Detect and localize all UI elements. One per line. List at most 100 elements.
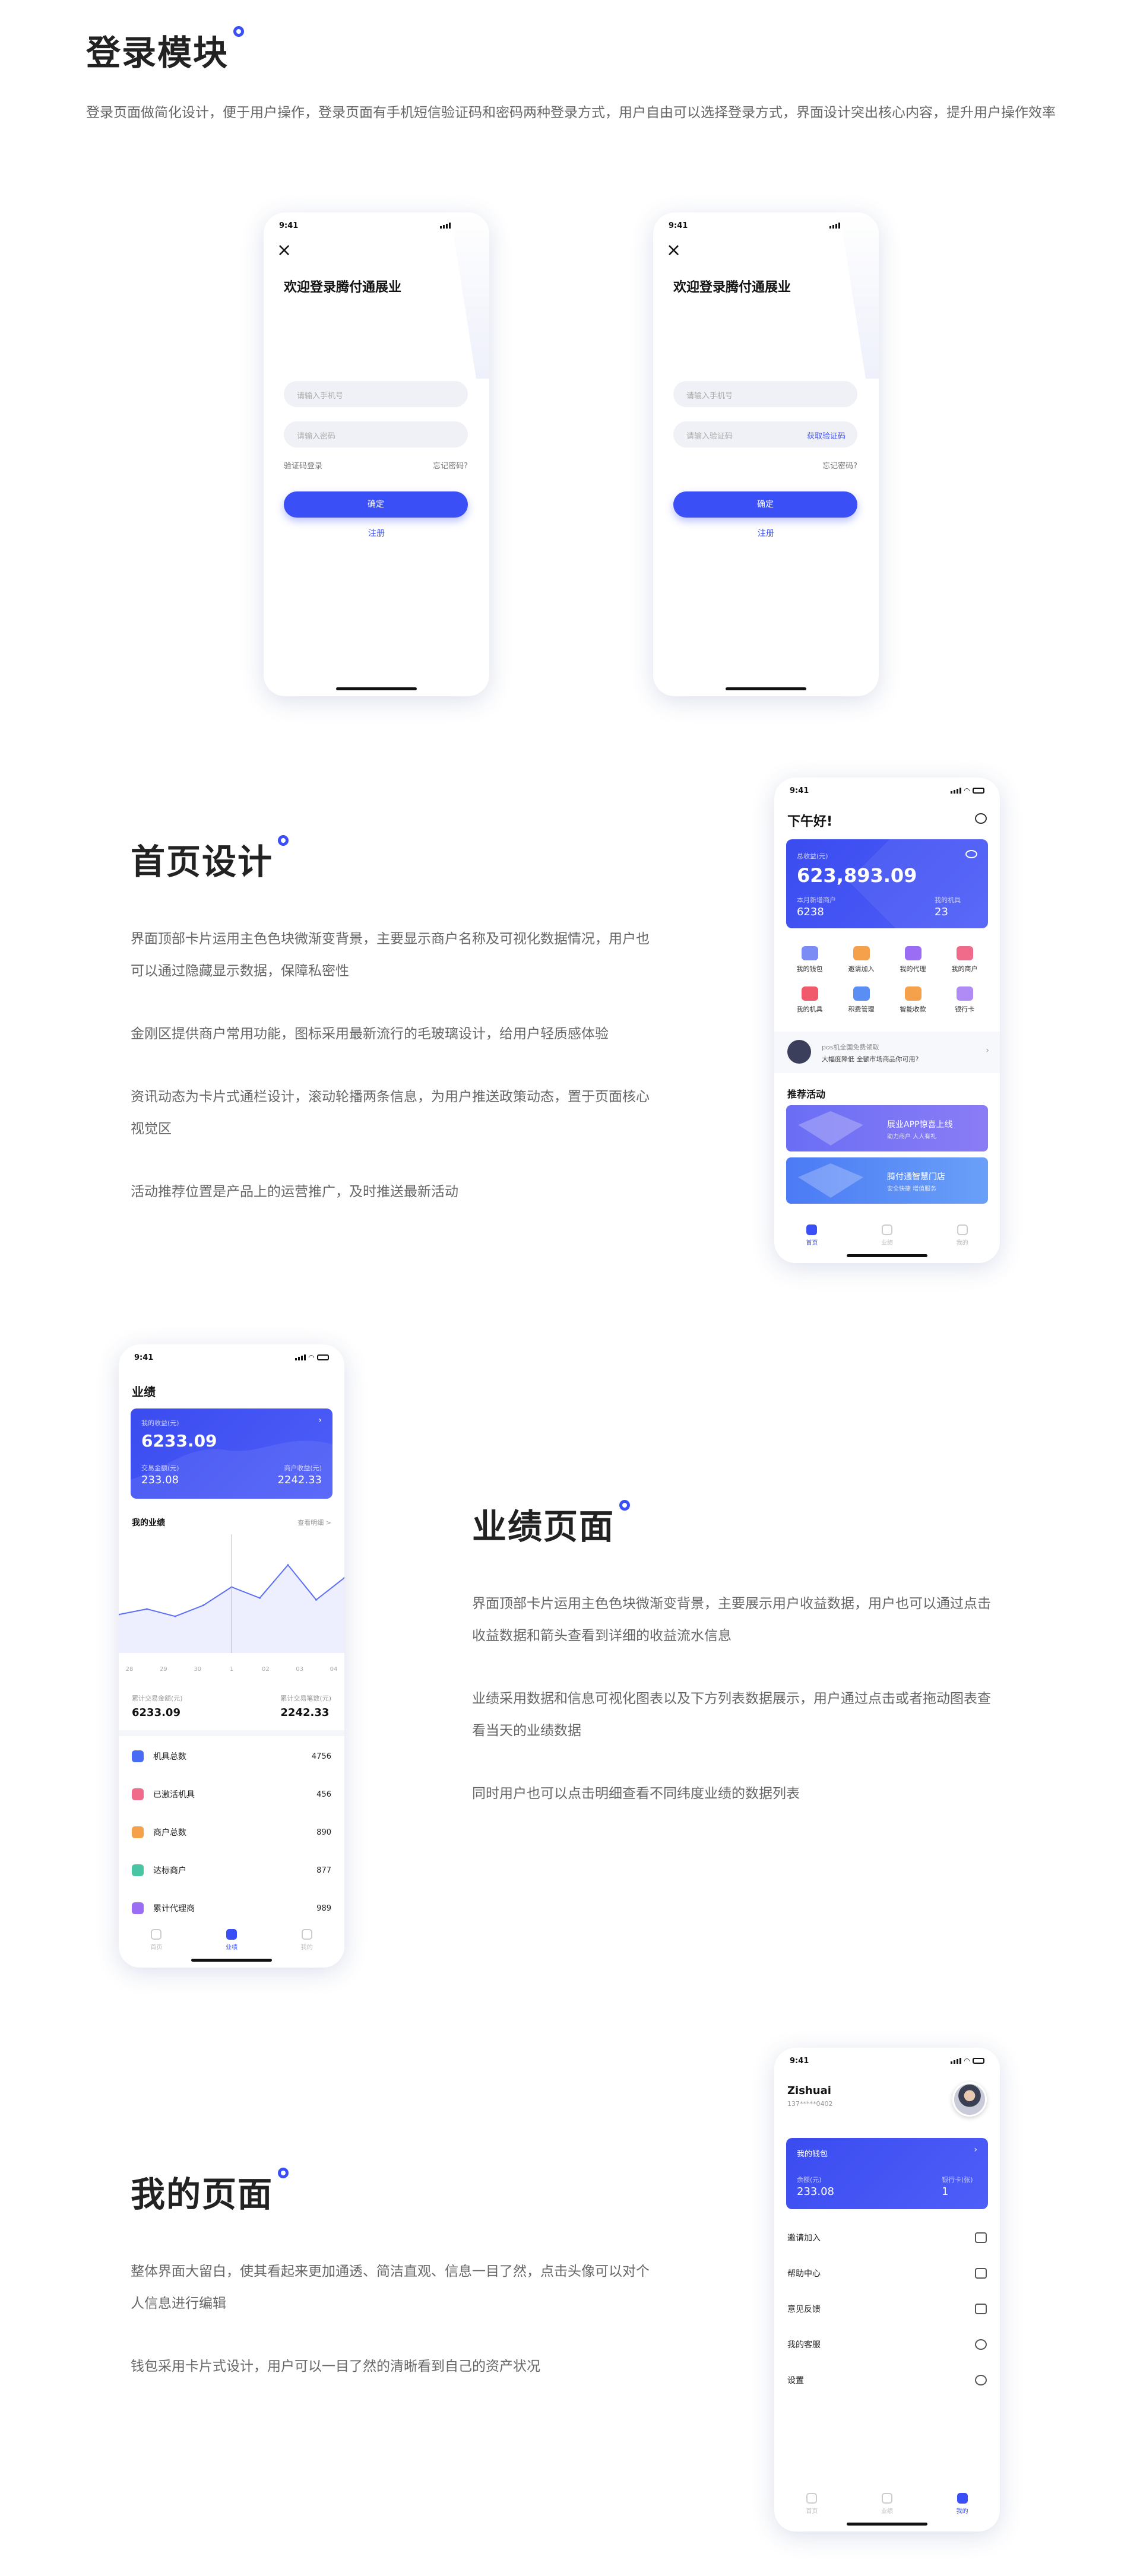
home-para-3: 资讯动态为卡片式通栏设计，滚动轮播两条信息，为用户推送政策动态，置于页面核心视觉… xyxy=(131,1089,650,1137)
home-summary-card[interactable]: 总收益(元) 623,893.09 本月新增商户 6238 我的机具 23 xyxy=(786,839,988,928)
perf-card[interactable]: 我的收益(元) › 6233.09 交易金额(元) 233.08 商户收益(元)… xyxy=(131,1408,332,1499)
tab-home[interactable]: 首页 xyxy=(794,2493,829,2515)
chevron-right-icon[interactable]: › xyxy=(318,1416,322,1425)
home-title: 首页设计 xyxy=(131,834,289,884)
x-tick-label: 28 xyxy=(126,1666,134,1673)
gift-icon xyxy=(853,946,870,960)
banner-2-sub: 安全快捷 增值服务 xyxy=(887,1186,937,1192)
grid-item-collect[interactable]: 智能收款 xyxy=(887,986,939,1014)
password-input[interactable]: 请输入密码 xyxy=(284,421,468,448)
chart-point xyxy=(259,1597,261,1599)
code-input[interactable]: 请输入验证码 获取验证码 xyxy=(673,421,857,448)
grid-item-fee[interactable]: 积费管理 xyxy=(835,986,887,1014)
close-icon[interactable]: × xyxy=(666,240,681,261)
my-perf-title: 我的业绩 xyxy=(132,1518,165,1528)
title-dot xyxy=(233,26,245,37)
home-icon xyxy=(806,2493,818,2504)
perf-desc: 界面顶部卡片运用主色色块微渐变背景，主要展示用户收益数据，用户也可以通过点击收益… xyxy=(472,1588,995,1841)
perf-line-chart[interactable]: 28 29 30 1 02 03 04 xyxy=(119,1534,344,1689)
login-title: 登录模块 xyxy=(86,25,245,75)
list-item[interactable]: 商户总数 890 xyxy=(119,1813,344,1851)
code-login-link[interactable]: 验证码登录 xyxy=(284,459,322,471)
list-item[interactable]: 达标商户 877 xyxy=(119,1851,344,1889)
perf-list: 机具总数 4756 已激活机具 456 商户总数 890 达标商户 877 累计代理商 9… xyxy=(119,1737,344,1927)
banner-illustration xyxy=(798,1111,863,1146)
login-phone-password: 9:41◠ × 欢迎登录腾付通展业 请输入手机号 请输入密码 验证码登录忘记密码… xyxy=(264,212,489,696)
login-phone-code: 9:41◠ × 欢迎登录腾付通展业 请输入手机号 请输入验证码获取验证码 忘记密… xyxy=(653,212,879,696)
register-link[interactable]: 注册 xyxy=(653,527,879,539)
card-label: 我的收益(元) xyxy=(141,1419,179,1427)
right-value: 1 xyxy=(942,2185,949,2198)
perf-title: 业绩页面 xyxy=(472,1499,631,1549)
menu-feedback[interactable]: 意见反馈 xyxy=(774,2291,1000,2327)
store-icon xyxy=(956,946,973,960)
menu-invite[interactable]: 邀请加入 xyxy=(774,2220,1000,2255)
gift-icon xyxy=(975,2232,987,2243)
tab-mine[interactable]: 我的 xyxy=(945,2493,980,2515)
grid-item-agent[interactable]: 我的代理 xyxy=(887,946,939,973)
confirm-button[interactable]: 确定 xyxy=(673,491,857,518)
function-grid: 我的钱包 邀请加入 我的代理 我的商户 我的机具 积费管理 智能收款 银行卡 xyxy=(784,946,990,1014)
banner-2[interactable]: 腾付通智慧门店 安全快捷 增值服务 xyxy=(786,1157,988,1204)
news-bar[interactable]: pos机全国免费领取 大幅度降低 全额市场商品你可用? › xyxy=(774,1032,1000,1073)
tab-home[interactable]: 首页 xyxy=(794,1224,829,1246)
detail-link[interactable]: 查看明细 > xyxy=(297,1518,331,1527)
user-phone: 137*****0402 xyxy=(787,2100,833,2108)
banner-1[interactable]: 展业APP惊喜上线 助力商户 人人有礼 xyxy=(786,1105,988,1151)
phone-input[interactable]: 请输入手机号 xyxy=(673,381,857,407)
menu-help[interactable]: 帮助中心 xyxy=(774,2255,1000,2291)
message-icon[interactable] xyxy=(975,813,987,824)
perf-para-2: 业绩采用数据和信息可视化图表以及下方列表数据展示，用户通过点击或者拖动图表查看当… xyxy=(472,1691,991,1739)
tab-bar: 首页 业绩 我的 xyxy=(774,2493,1000,2515)
tab-mine[interactable]: 我的 xyxy=(945,1224,980,1246)
mine-desc: 整体界面大留白，使其看起来更加通透、简洁直观、信息一目了然，点击头像可以对个人信… xyxy=(131,2255,653,2413)
forgot-password-link[interactable]: 忘记密码? xyxy=(433,459,468,471)
x-tick-label: 03 xyxy=(296,1666,303,1673)
wallet-icon xyxy=(801,946,818,960)
tab-bar: 首页 业绩 我的 xyxy=(774,1224,1000,1246)
register-link[interactable]: 注册 xyxy=(264,527,489,539)
store-icon xyxy=(132,1826,144,1838)
forgot-password-link[interactable]: 忘记密码? xyxy=(822,459,857,471)
tab-performance[interactable]: 业绩 xyxy=(869,2493,905,2515)
list-item[interactable]: 累计代理商 989 xyxy=(119,1889,344,1927)
grid-item-wallet[interactable]: 我的钱包 xyxy=(784,946,835,973)
title-dot xyxy=(278,2168,289,2178)
menu-settings[interactable]: 设置 xyxy=(774,2362,1000,2398)
activated-icon xyxy=(132,1788,144,1800)
tab-home[interactable]: 首页 xyxy=(138,1929,174,1951)
confirm-button[interactable]: 确定 xyxy=(284,491,468,518)
gear-icon xyxy=(975,2375,987,2385)
avatar[interactable] xyxy=(952,2082,987,2117)
list-item[interactable]: 已激活机具 456 xyxy=(119,1775,344,1813)
left-label: 本月新增商户 xyxy=(797,896,836,904)
x-tick-label: 1 xyxy=(230,1666,233,1673)
right-label: 银行卡(张) xyxy=(942,2176,973,2184)
recommend-title: 推荐活动 xyxy=(787,1089,826,1100)
chart-icon xyxy=(881,1224,892,1235)
menu-service[interactable]: 我的客服 xyxy=(774,2327,1000,2362)
home-phone: 9:41 ◠ 下午好! 总收益(元) 623,893.09 本月新增商户 6238… xyxy=(774,778,1000,1263)
tab-performance[interactable]: 业绩 xyxy=(214,1929,249,1951)
help-icon xyxy=(975,2268,987,2279)
sum1-label: 累计交易金额(元) xyxy=(132,1695,183,1702)
agent-icon xyxy=(132,1902,144,1914)
grid-item-device[interactable]: 我的机具 xyxy=(784,986,835,1014)
phone-input[interactable]: 请输入手机号 xyxy=(284,381,468,407)
tab-performance[interactable]: 业绩 xyxy=(869,1224,905,1246)
card-icon xyxy=(956,986,973,1001)
wallet-card[interactable]: 我的钱包 › 余额(元) 233.08 银行卡(张) 1 xyxy=(786,2138,988,2209)
tab-mine[interactable]: 我的 xyxy=(289,1929,325,1951)
eye-icon[interactable] xyxy=(965,850,977,858)
login-desc: 登录页面做简化设计，便于用户操作，登录页面有手机短信验证码和密码两种登录方式，用… xyxy=(86,105,1056,120)
grid-item-invite[interactable]: 邀请加入 xyxy=(835,946,887,973)
left-value: 233.08 xyxy=(141,1474,179,1486)
chart-icon xyxy=(226,1929,237,1940)
grid-item-bankcard[interactable]: 银行卡 xyxy=(939,986,990,1014)
list-item[interactable]: 机具总数 4756 xyxy=(119,1737,344,1775)
grid-item-merchant[interactable]: 我的商户 xyxy=(939,946,990,973)
home-indicator xyxy=(726,687,806,690)
close-icon[interactable]: × xyxy=(277,240,292,261)
get-code-button[interactable]: 获取验证码 xyxy=(807,430,846,441)
home-para-4: 活动推荐位置是产品上的运营推广，及时推送最新活动 xyxy=(131,1184,458,1200)
